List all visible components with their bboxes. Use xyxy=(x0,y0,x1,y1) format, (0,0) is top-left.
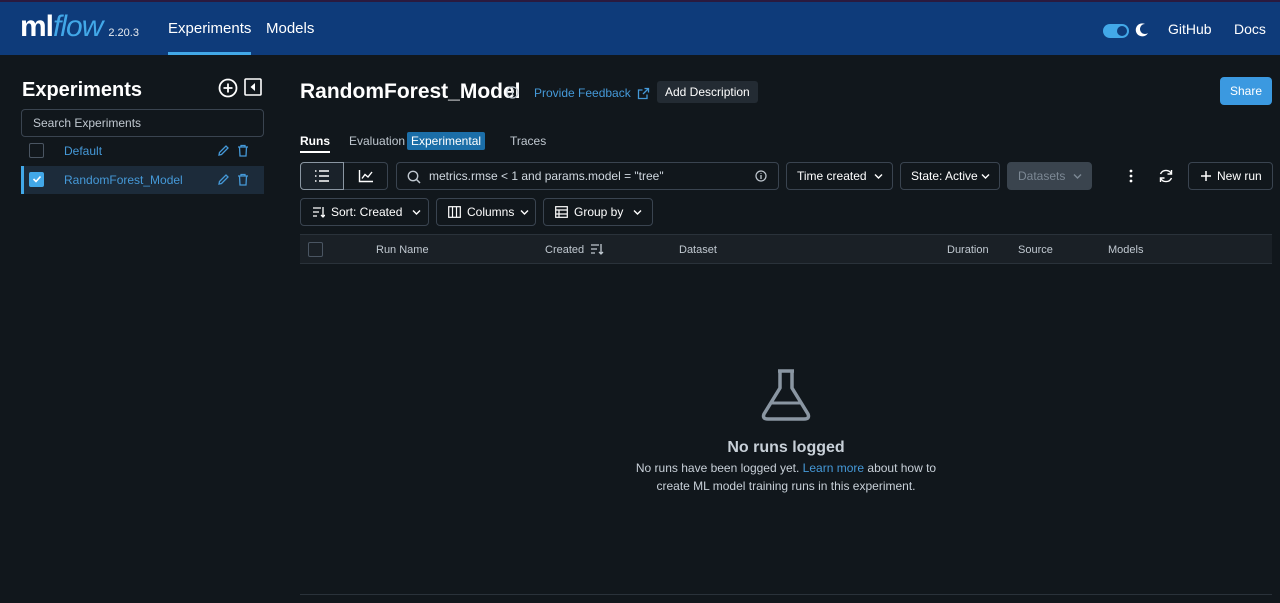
tab-traces[interactable]: Traces xyxy=(510,134,546,148)
edit-icon[interactable] xyxy=(217,144,230,157)
search-icon xyxy=(407,170,421,184)
chevron-down-icon xyxy=(412,209,421,215)
column-created[interactable]: Created xyxy=(545,244,584,256)
sidebar-title: Experiments xyxy=(22,79,143,101)
chevron-down-icon xyxy=(633,209,642,215)
state-label: State: Active xyxy=(911,169,978,183)
chevron-down-icon xyxy=(981,174,990,179)
column-models[interactable]: Models xyxy=(1108,244,1143,256)
logo-flow-text: flow xyxy=(53,10,103,43)
columns-dropdown[interactable]: Columns xyxy=(436,198,536,226)
empty-state-text-suffix: about how to xyxy=(867,461,937,475)
experiment-item-default[interactable]: Default xyxy=(21,137,264,165)
time-created-dropdown[interactable]: Time created xyxy=(786,162,893,190)
flask-icon xyxy=(761,369,811,421)
version-label: 2.20.3 xyxy=(108,27,139,39)
chevron-down-icon xyxy=(520,209,529,215)
search-experiments-input[interactable] xyxy=(21,109,264,137)
run-filter-input[interactable] xyxy=(429,168,749,184)
column-source[interactable]: Source xyxy=(1018,244,1053,256)
columns-icon xyxy=(448,206,461,218)
group-icon xyxy=(555,206,568,218)
info-icon[interactable] xyxy=(755,170,767,182)
sort-dropdown[interactable]: Sort: Created xyxy=(300,198,429,226)
column-dataset[interactable]: Dataset xyxy=(679,244,717,256)
state-dropdown[interactable]: State: Active xyxy=(900,162,1000,190)
table-view-button[interactable] xyxy=(300,162,344,190)
check-icon xyxy=(32,175,42,183)
experiment-checkbox[interactable] xyxy=(29,143,44,158)
empty-state-title: No runs logged xyxy=(727,439,845,456)
column-run-name[interactable]: Run Name xyxy=(376,244,429,256)
empty-state-description: No runs have been logged yet. Learn more… xyxy=(0,461,1280,475)
refresh-icon[interactable] xyxy=(1158,168,1174,184)
select-all-checkbox[interactable] xyxy=(308,242,323,257)
nav-experiments[interactable]: Experiments xyxy=(168,2,252,55)
provide-feedback-label: Provide Feedback xyxy=(534,86,631,100)
new-run-label: New run xyxy=(1217,169,1262,183)
columns-label: Columns xyxy=(467,205,515,219)
view-mode-toggle xyxy=(300,162,388,190)
line-chart-icon xyxy=(358,170,373,183)
share-button[interactable]: Share xyxy=(1220,77,1272,105)
chart-view-button[interactable] xyxy=(344,162,388,190)
group-by-dropdown[interactable]: Group by xyxy=(543,198,653,226)
experiment-item-randomforest[interactable]: RandomForest_Model xyxy=(21,166,264,194)
moon-icon xyxy=(1135,23,1148,37)
mlflow-logo[interactable]: ml flow 2.20.3 xyxy=(20,10,139,44)
list-icon xyxy=(315,170,329,182)
divider xyxy=(300,594,1272,595)
plus-icon xyxy=(1201,171,1211,181)
sort-label: Sort: Created xyxy=(331,205,403,219)
run-filter-field[interactable] xyxy=(396,162,779,190)
empty-state-description-line2: create ML model training runs in this ex… xyxy=(656,479,916,493)
tab-evaluation[interactable]: Evaluation xyxy=(349,134,405,148)
experiment-name[interactable]: RandomForest_Model xyxy=(64,173,183,187)
learn-more-link[interactable]: Learn more xyxy=(803,461,864,475)
column-duration[interactable]: Duration xyxy=(947,244,989,256)
page-title: RandomForest_Model xyxy=(300,80,521,103)
trash-icon[interactable] xyxy=(237,144,249,157)
nav-github[interactable]: GitHub xyxy=(1168,2,1212,55)
top-navbar: ml flow 2.20.3 Experiments Models GitHub… xyxy=(0,0,1280,55)
empty-state-text-prefix: No runs have been logged yet. xyxy=(635,461,800,475)
time-created-label: Time created xyxy=(797,169,867,183)
tab-runs[interactable]: Runs xyxy=(300,134,330,153)
trash-icon[interactable] xyxy=(237,173,249,186)
datasets-label: Datasets xyxy=(1018,169,1066,183)
logo-ml-text: ml xyxy=(20,10,54,43)
nav-models[interactable]: Models xyxy=(266,2,314,55)
info-icon[interactable] xyxy=(506,86,519,99)
experiment-name[interactable]: Default xyxy=(64,144,102,158)
sort-icon xyxy=(313,207,325,218)
theme-toggle[interactable] xyxy=(1103,24,1129,38)
chevron-down-icon xyxy=(1073,174,1082,179)
nav-docs[interactable]: Docs xyxy=(1234,2,1266,55)
add-description-button[interactable]: Add Description xyxy=(657,81,758,103)
datasets-dropdown[interactable]: Datasets xyxy=(1007,162,1092,190)
experimental-badge: Experimental xyxy=(407,132,486,150)
external-link-icon xyxy=(637,87,649,99)
group-by-label: Group by xyxy=(574,205,624,219)
edit-icon[interactable] xyxy=(217,173,230,186)
add-experiment-icon[interactable] xyxy=(218,78,238,98)
provide-feedback-link[interactable]: Provide Feedback xyxy=(534,86,650,100)
more-options-icon[interactable] xyxy=(1124,168,1138,184)
collapse-sidebar-icon[interactable] xyxy=(244,78,262,96)
new-run-button[interactable]: New run xyxy=(1188,162,1273,190)
chevron-down-icon xyxy=(874,174,883,179)
runs-table-header: Run Name Created Dataset Duration Source… xyxy=(300,234,1272,264)
experiment-checkbox-checked[interactable] xyxy=(29,172,44,187)
sort-desc-icon[interactable] xyxy=(590,243,604,256)
